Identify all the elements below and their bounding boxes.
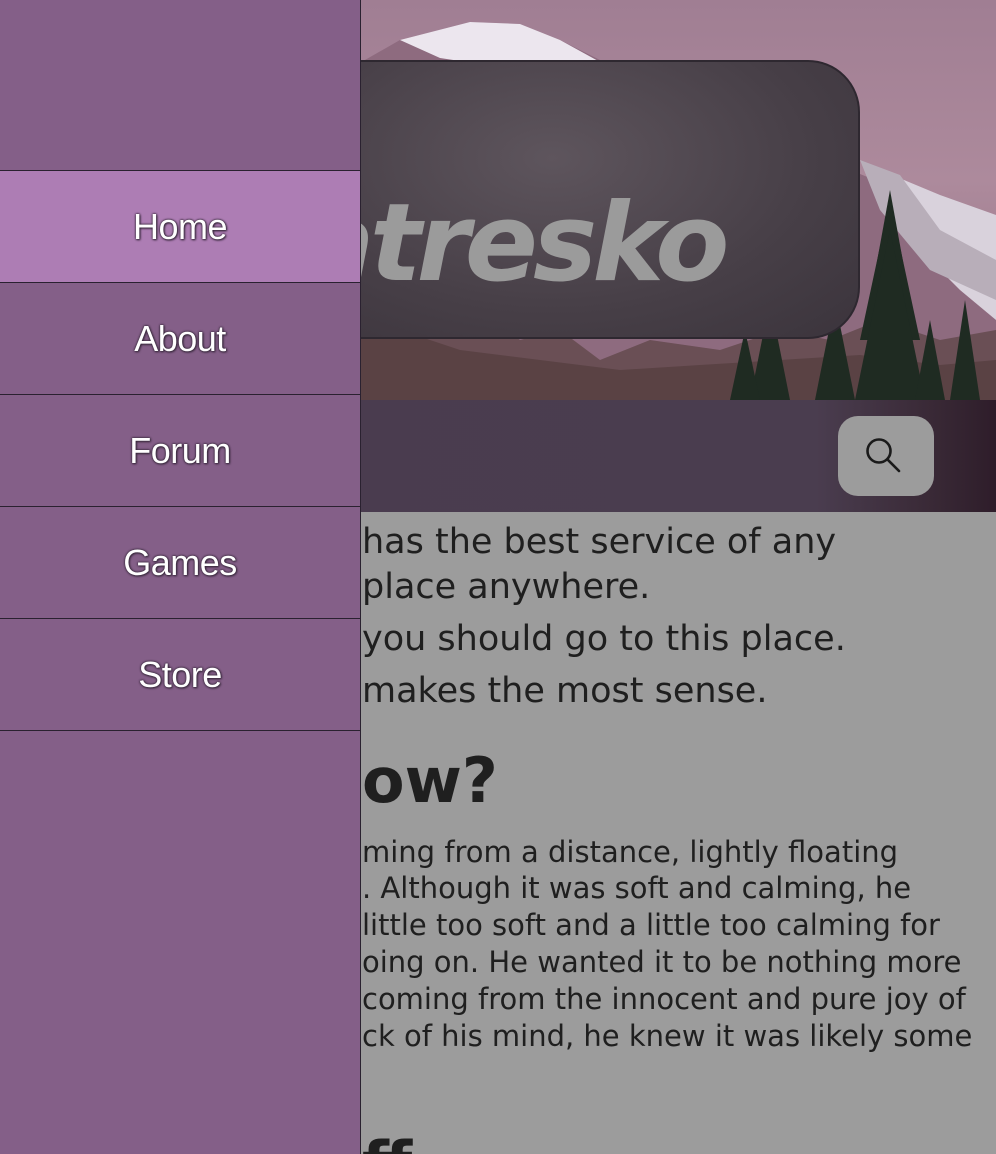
nav-item-store[interactable]: Store <box>0 619 360 731</box>
list-line: you should go to this place. <box>362 619 846 659</box>
paragraph-line: little too soft and a little too calming… <box>362 908 940 942</box>
paragraph-line: ck of his mind, he knew it was likely so… <box>362 1019 973 1053</box>
paragraph-line: coming from the innocent and pure joy of <box>362 982 966 1016</box>
nav-item-home[interactable]: Home <box>0 171 360 283</box>
section-heading: ff <box>362 1134 412 1154</box>
search-icon <box>866 438 901 473</box>
side-nav-drawer: Home About Forum Games Store <box>0 0 361 1154</box>
paragraph-line: . Although it was soft and calming, he <box>362 871 912 905</box>
list-line: makes the most sense. <box>362 671 768 711</box>
list-line: has the best service of any <box>362 522 837 562</box>
drawer-header <box>0 0 360 171</box>
nav-item-about[interactable]: About <box>0 283 360 395</box>
nav-item-forum[interactable]: Forum <box>0 395 360 507</box>
list-line: place anywhere. <box>362 567 651 607</box>
paragraph-line: oing on. He wanted it to be nothing more <box>362 945 962 979</box>
nav-item-games[interactable]: Games <box>0 507 360 619</box>
section-heading: ow? <box>362 744 498 817</box>
search-button[interactable] <box>838 416 934 496</box>
site-logo[interactable]: atresko <box>300 60 860 339</box>
paragraph-line: ming from a distance, lightly floating <box>362 835 899 869</box>
logo-text: atresko <box>302 181 729 306</box>
